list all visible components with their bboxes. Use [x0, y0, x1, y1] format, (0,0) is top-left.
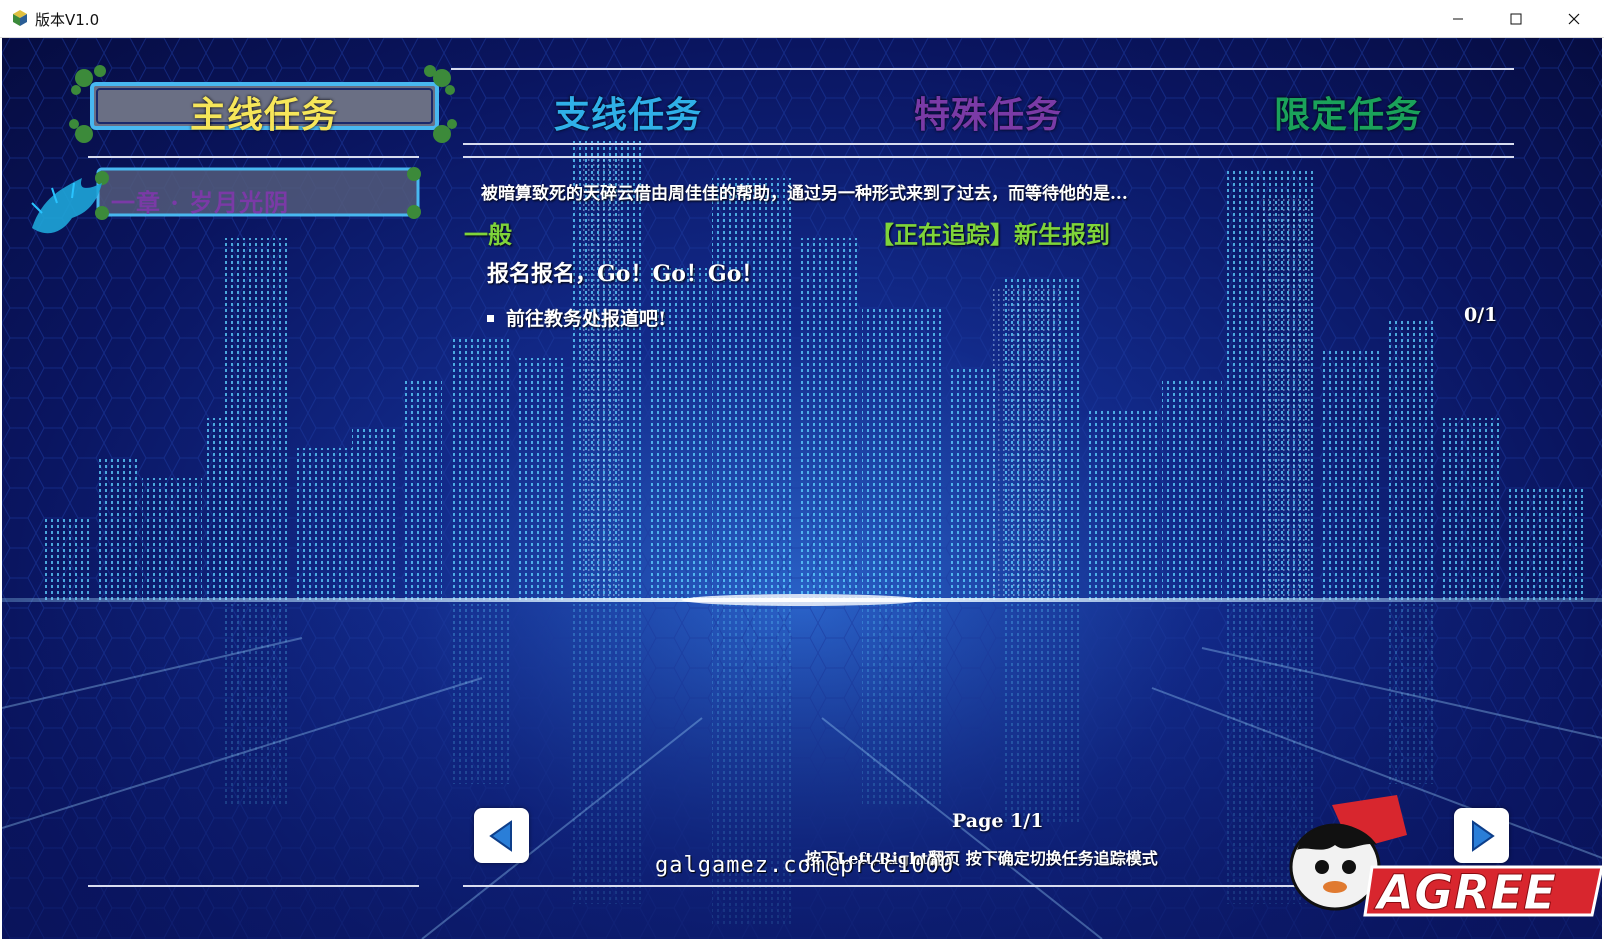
quest-title: 报名报名，Go！Go！Go！ — [487, 261, 764, 287]
page-indicator: Page 1/1 — [952, 810, 1044, 832]
logo-text: AGREE — [1373, 865, 1556, 921]
game-app-icon — [13, 10, 27, 26]
close-button[interactable] — [1545, 0, 1603, 38]
watermark-text: galgamez.com@prcc1000 — [655, 853, 955, 878]
arrow-left-icon — [488, 819, 512, 852]
tab-side-quest[interactable]: 支线任务 — [554, 86, 702, 138]
prev-page-button[interactable] — [474, 808, 529, 863]
quest-objective: 前往教务处报道吧! — [487, 304, 666, 331]
window-titlebar: 版本V1.0 — [0, 0, 1604, 38]
objective-text: 前往教务处报道吧! — [506, 308, 667, 330]
quest-summary: 被暗算致死的天碎云借由周佳佳的帮助，通过另一种形式来到了过去，而等待他的是... — [481, 184, 1128, 204]
minimize-icon — [1453, 18, 1463, 20]
tab-special-quest[interactable]: 特殊任务 — [914, 86, 1062, 138]
minimize-button[interactable] — [1429, 0, 1487, 38]
game-screen: 主线任务 支线任务 特殊任务 限定任务 一章 · 岁月光阴 被暗算致死的天碎云借… — [2, 38, 1602, 939]
tab-limited-quest[interactable]: 限定任务 — [1274, 86, 1422, 138]
tab-main-quest[interactable]: 主线任务 — [190, 86, 338, 138]
agree-logo: AGREE — [1289, 795, 1602, 921]
chapter-item[interactable]: 一章 · 岁月光阴 — [111, 183, 289, 218]
objective-progress: 0/1 — [1464, 304, 1498, 326]
maximize-button[interactable] — [1487, 0, 1545, 38]
close-icon — [1568, 13, 1580, 25]
window-title: 版本V1.0 — [35, 11, 100, 29]
bullet-icon — [487, 314, 494, 322]
quest-tracking-status: 【正在追踪】新生报到 — [870, 220, 1110, 249]
maximize-icon — [1510, 13, 1522, 25]
quest-category: 一般 — [464, 220, 512, 249]
